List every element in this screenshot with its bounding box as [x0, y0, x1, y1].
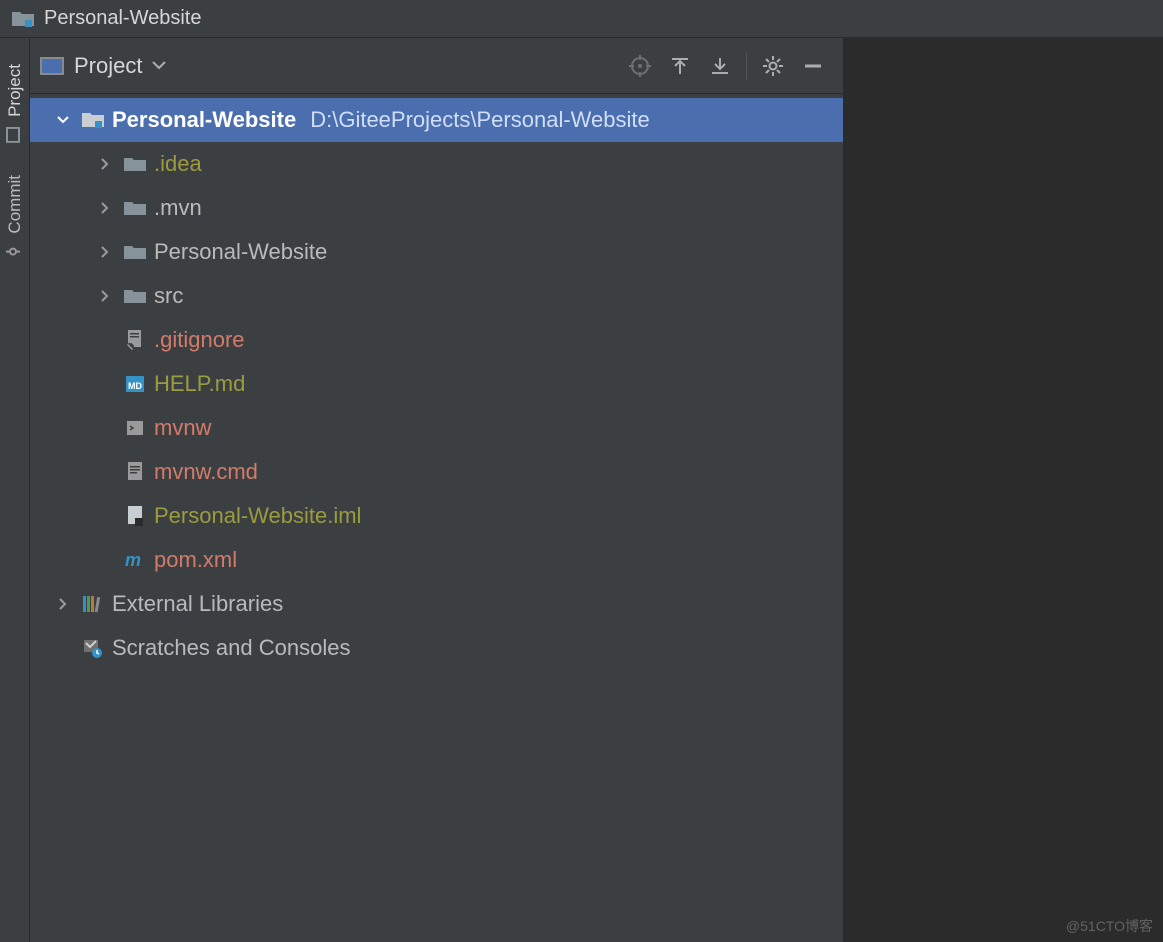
settings-button[interactable] [753, 46, 793, 86]
svg-text:m: m [125, 550, 141, 570]
project-tool-window: Project [30, 38, 844, 942]
module-folder-icon [80, 111, 106, 129]
tree-item-label: Personal-Website [112, 107, 296, 133]
tree-item-label: .gitignore [154, 327, 245, 353]
tree-scratches[interactable]: Scratches and Consoles [30, 626, 843, 670]
svg-text:MD: MD [128, 381, 142, 391]
project-view-icon [40, 57, 64, 75]
project-tab-icon [5, 127, 25, 143]
sidebar-tab-label: Commit [5, 175, 25, 234]
separator [746, 52, 747, 80]
chevron-right-icon [94, 201, 116, 215]
tree-root-row[interactable]: Personal-Website D:\GiteeProjects\Person… [30, 98, 843, 142]
tree-item-label: Scratches and Consoles [112, 635, 350, 661]
tree-item-label: src [154, 283, 183, 309]
tree-row[interactable]: MD HELP.md [30, 362, 843, 406]
chevron-right-icon [52, 597, 74, 611]
file-txt-icon [122, 461, 148, 483]
tree-item-label: pom.xml [154, 547, 237, 573]
tree-row[interactable]: .mvn [30, 186, 843, 230]
tree-item-label: External Libraries [112, 591, 283, 617]
file-iml-icon [122, 505, 148, 527]
titlebar-project-name: Personal-Website [44, 7, 201, 30]
tree-item-label: Personal-Website [154, 239, 327, 265]
tree-item-label: .idea [154, 151, 202, 177]
watermark-text: @51CTO博客 [1066, 916, 1153, 936]
folder-icon [122, 155, 148, 173]
titlebar: Personal-Website [0, 0, 1163, 38]
tree-row[interactable]: mvnw [30, 406, 843, 450]
tree-row[interactable]: .gitignore [30, 318, 843, 362]
tree-external-libraries[interactable]: External Libraries [30, 582, 843, 626]
sidebar-tab-commit[interactable]: Commit [5, 175, 25, 262]
editor-area [844, 38, 1163, 942]
expand-all-button[interactable] [660, 46, 700, 86]
tree-row[interactable]: .idea [30, 142, 843, 186]
chevron-right-icon [94, 289, 116, 303]
sidebar-tab-label: Project [5, 64, 25, 117]
tree-row[interactable]: src [30, 274, 843, 318]
libraries-icon [80, 594, 106, 614]
tree-row[interactable]: Personal-Website.iml [30, 494, 843, 538]
file-maven-icon: m [122, 550, 148, 570]
collapse-all-button[interactable] [700, 46, 740, 86]
hide-button[interactable] [793, 46, 833, 86]
tree-item-label: .mvn [154, 195, 202, 221]
folder-icon [122, 243, 148, 261]
tree-row[interactable]: Personal-Website [30, 230, 843, 274]
project-view-selector[interactable]: Project [40, 53, 166, 79]
chevron-down-icon [52, 113, 74, 127]
tree-item-label: mvnw.cmd [154, 459, 258, 485]
project-tree[interactable]: Personal-Website D:\GiteeProjects\Person… [30, 94, 843, 942]
commit-tab-icon [5, 244, 25, 258]
tree-item-label: mvnw [154, 415, 211, 441]
left-toolwindow-strip: Project Commit [0, 38, 30, 942]
chevron-right-icon [94, 245, 116, 259]
tree-row[interactable]: m pom.xml [30, 538, 843, 582]
file-sh-icon [122, 418, 148, 438]
tree-item-path: D:\GiteeProjects\Personal-Website [310, 107, 650, 133]
file-md-icon: MD [122, 374, 148, 394]
tree-row[interactable]: mvnw.cmd [30, 450, 843, 494]
project-folder-icon [12, 10, 34, 28]
sidebar-tab-project[interactable]: Project [5, 64, 25, 145]
folder-icon [122, 199, 148, 217]
locate-file-button[interactable] [620, 46, 660, 86]
scratches-icon [80, 638, 106, 658]
tree-item-label: Personal-Website.iml [154, 503, 361, 529]
project-panel-title: Project [74, 53, 142, 79]
folder-icon [122, 287, 148, 305]
chevron-down-icon [152, 61, 166, 71]
project-panel-header: Project [30, 38, 843, 94]
tree-item-label: HELP.md [154, 371, 245, 397]
chevron-right-icon [94, 157, 116, 171]
file-git-icon [122, 329, 148, 351]
